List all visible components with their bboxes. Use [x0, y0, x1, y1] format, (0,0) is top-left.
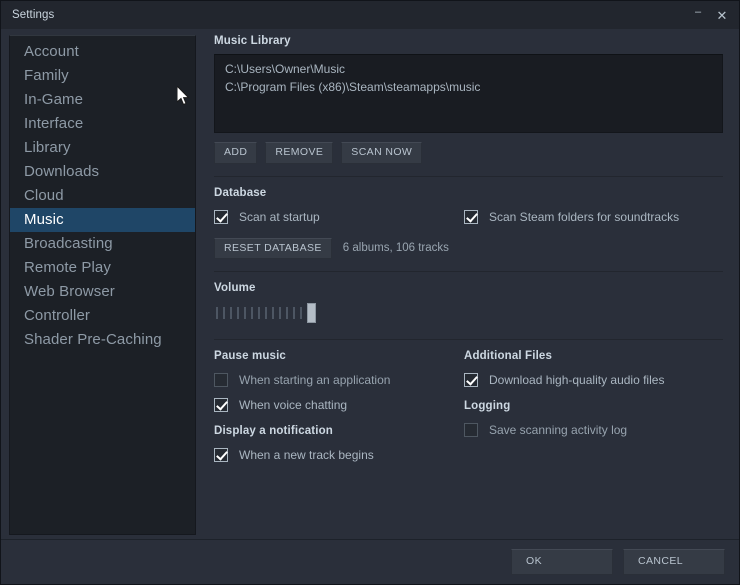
volume-tick	[223, 307, 225, 319]
sidebar-item-cloud[interactable]: Cloud	[10, 184, 195, 208]
logging-options: Save scanning activity log	[464, 419, 723, 441]
pause-music-option-checkbox-row[interactable]: When voice chatting	[214, 394, 464, 416]
ok-button[interactable]: OK	[511, 549, 613, 575]
settings-body: Account Family In-Game Interface Library Down…	[1, 29, 739, 539]
volume-tick	[300, 307, 302, 319]
volume-tick	[286, 307, 288, 319]
logging-heading: Logging	[464, 400, 511, 412]
sidebar-item-in-game[interactable]: In-Game	[10, 88, 195, 112]
database-stats-text: 6 albums, 106 tracks	[342, 242, 449, 255]
logging-option-checkbox-row[interactable]: Save scanning activity log	[464, 419, 723, 441]
sidebar-item-shader-pre-caching[interactable]: Shader Pre-Caching	[10, 328, 195, 352]
logging-option-checkbox[interactable]	[464, 423, 478, 437]
pause-music-option-label: When starting an application	[239, 373, 391, 387]
scan-at-startup-checkbox[interactable]	[214, 209, 228, 224]
sidebar-item-controller[interactable]: Controller	[10, 304, 195, 328]
settings-window: Settings – ✕ Account Family In-Game Interfa…	[0, 0, 740, 585]
display-notification-options: When a new track begins	[214, 444, 464, 466]
volume-tick	[279, 307, 281, 319]
scan-steam-folders-label: Scan Steam folders for soundtracks	[489, 209, 680, 224]
display-notification-heading: Display a notification	[214, 425, 333, 437]
playback-options-right-column: Additional Files Download high-quality a…	[464, 350, 723, 469]
display-notification-option-checkbox-row[interactable]: When a new track begins	[214, 444, 464, 466]
volume-tick	[293, 307, 295, 319]
remove-button[interactable]: REMOVE	[265, 142, 334, 164]
sidebar-item-library[interactable]: Library	[10, 136, 195, 160]
scan-at-startup-checkbox-row[interactable]: Scan at startup	[214, 206, 464, 228]
additional-files-option-label: Download high-quality audio files	[489, 373, 665, 387]
divider-volume	[214, 271, 723, 272]
sidebar-item-family[interactable]: Family	[10, 64, 195, 88]
scan-steam-folders-checkbox[interactable]	[464, 209, 478, 224]
volume-heading: Volume	[214, 282, 256, 294]
additional-files-options: Download high-quality audio files	[464, 369, 723, 391]
volume-slider-ticks	[216, 307, 309, 319]
additional-files-option-checkbox[interactable]	[464, 373, 478, 387]
display-notification-option-checkbox[interactable]	[214, 448, 228, 462]
volume-tick	[258, 307, 260, 319]
playback-options-left-column: Pause music When starting an application…	[214, 350, 464, 469]
minimize-icon[interactable]: –	[687, 4, 709, 26]
pause-music-options: When starting an application When voice c…	[214, 369, 464, 416]
volume-tick	[216, 307, 218, 319]
volume-tick	[272, 307, 274, 319]
volume-tick	[237, 307, 239, 319]
sidebar-item-downloads[interactable]: Downloads	[10, 160, 195, 184]
volume-tick	[265, 307, 267, 319]
add-button[interactable]: ADD	[214, 142, 258, 164]
sidebar-item-interface[interactable]: Interface	[10, 112, 195, 136]
pause-music-option-checkbox[interactable]	[214, 398, 228, 412]
playback-options-row: Pause music When starting an application…	[214, 350, 723, 469]
scan-now-button[interactable]: SCAN NOW	[341, 142, 423, 164]
scan-at-startup-label: Scan at startup	[239, 209, 320, 224]
settings-main-panel: Music Library C:\Users\Owner\Music C:\Pro…	[196, 35, 731, 539]
volume-tick	[244, 307, 246, 319]
additional-files-heading: Additional Files	[464, 350, 553, 362]
music-library-path-row[interactable]: C:\Program Files (x86)\Steam\steamapps\m…	[225, 78, 716, 96]
pause-music-heading: Pause music	[214, 350, 286, 362]
window-title: Settings	[12, 9, 55, 21]
volume-slider[interactable]	[214, 301, 454, 327]
close-icon[interactable]: ✕	[711, 4, 733, 26]
settings-sidebar[interactable]: Account Family In-Game Interface Library Down…	[9, 35, 196, 535]
sidebar-item-remote-play[interactable]: Remote Play	[10, 256, 195, 280]
sidebar-item-broadcasting[interactable]: Broadcasting	[10, 232, 195, 256]
pause-music-option-checkbox[interactable]	[214, 373, 228, 387]
window-controls: – ✕	[687, 1, 733, 29]
sidebar-item-web-browser[interactable]: Web Browser	[10, 280, 195, 304]
sidebar-item-account[interactable]: Account	[10, 40, 195, 64]
sidebar-item-music[interactable]: Music	[10, 208, 195, 232]
cancel-button[interactable]: CANCEL	[623, 549, 725, 575]
reset-database-button[interactable]: RESET DATABASE	[214, 237, 332, 259]
volume-slider-handle[interactable]	[307, 303, 316, 323]
music-library-path-row[interactable]: C:\Users\Owner\Music	[225, 60, 716, 78]
pause-music-option-label: When voice chatting	[239, 398, 348, 412]
music-library-listbox[interactable]: C:\Users\Owner\Music C:\Program Files (x8…	[214, 54, 723, 133]
divider-database	[214, 175, 723, 177]
database-reset-row: RESET DATABASE 6 albums, 106 tracks	[214, 237, 723, 259]
database-options-row: Scan at startup Scan Steam folders for s…	[214, 206, 723, 231]
scan-steam-folders-checkbox-row[interactable]: Scan Steam folders for soundtracks	[464, 206, 723, 228]
music-library-heading: Music Library	[214, 35, 291, 47]
logging-option-label: Save scanning activity log	[489, 423, 628, 437]
volume-tick	[230, 307, 232, 319]
database-heading: Database	[214, 186, 267, 199]
additional-files-option-checkbox-row[interactable]: Download high-quality audio files	[464, 369, 723, 391]
title-bar: Settings – ✕	[1, 1, 739, 29]
display-notification-option-label: When a new track begins	[239, 448, 374, 462]
dialog-footer: OK CANCEL	[1, 539, 739, 584]
pause-music-option-checkbox-row[interactable]: When starting an application	[214, 369, 464, 391]
volume-tick	[251, 307, 253, 319]
music-library-button-row: ADD REMOVE SCAN NOW	[214, 142, 723, 164]
divider-playback-options	[214, 339, 723, 340]
